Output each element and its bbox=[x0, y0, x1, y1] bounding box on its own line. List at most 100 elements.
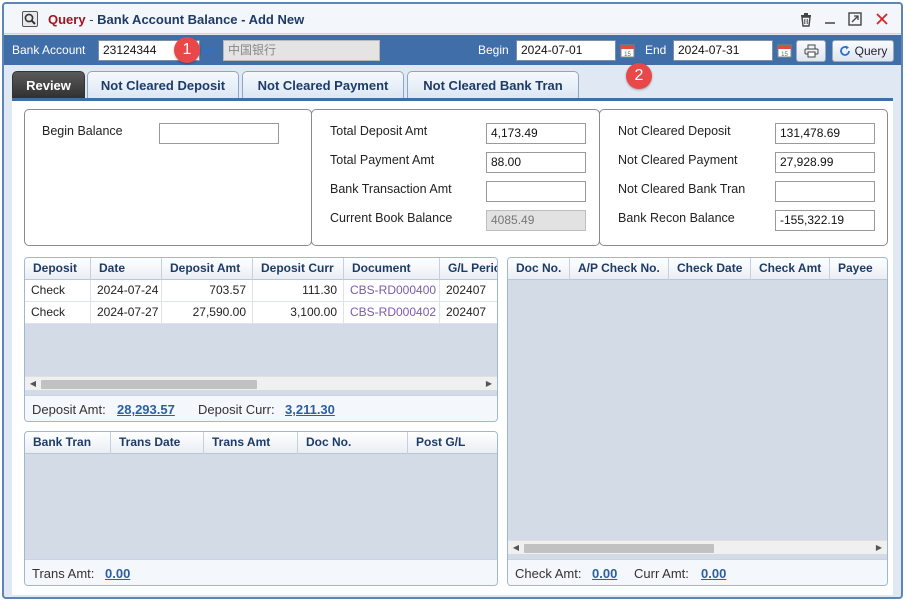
document-link[interactable]: CBS-RD000400 bbox=[344, 280, 440, 302]
column-header[interactable]: G/L Period bbox=[440, 258, 497, 280]
search-icon bbox=[22, 11, 38, 27]
column-header[interactable]: Doc No. bbox=[508, 258, 570, 280]
bank-transaction-label: Bank Transaction Amt bbox=[330, 182, 452, 196]
chevron-down-icon[interactable] bbox=[199, 40, 219, 61]
trans-amt-label: Trans Amt: bbox=[32, 566, 95, 581]
deposit-grid-scrollbar[interactable]: ◀ ▶ bbox=[25, 376, 497, 390]
review-content: Begin Balance Total Deposit Amt 4,173.49… bbox=[12, 101, 893, 595]
current-book-balance-field: 4085.49 bbox=[486, 210, 586, 231]
bank-account-label: Bank Account bbox=[12, 43, 86, 57]
total-payment-label: Total Payment Amt bbox=[330, 153, 435, 167]
end-date-input[interactable]: 2024-07-31 bbox=[673, 40, 773, 61]
table-cell: 202407 bbox=[440, 280, 497, 302]
bank-tran-grid-footer: Trans Amt: 0.00 bbox=[25, 559, 497, 585]
table-cell: Check bbox=[25, 280, 91, 302]
trash-icon[interactable] bbox=[797, 10, 815, 28]
column-header[interactable]: Document bbox=[344, 258, 440, 280]
tab-not-cleared-bank-tran[interactable]: Not Cleared Bank Tran bbox=[407, 71, 579, 99]
column-header[interactable]: Date bbox=[91, 258, 162, 280]
column-header[interactable]: A/P Check No. bbox=[570, 258, 669, 280]
deposit-amt-label: Deposit Amt: bbox=[32, 402, 106, 417]
bank-recon-balance-field[interactable]: -155,322.19 bbox=[775, 210, 875, 231]
check-amt-total[interactable]: 0.00 bbox=[592, 566, 617, 581]
scroll-right-icon[interactable]: ▶ bbox=[873, 541, 885, 555]
table-cell: 2024-07-24 bbox=[91, 280, 162, 302]
column-header[interactable]: Post G/L bbox=[408, 432, 497, 454]
annotation-badge-1: 1 bbox=[174, 37, 200, 63]
title-query: Query bbox=[48, 12, 86, 27]
column-header[interactable]: Deposit Curr bbox=[253, 258, 344, 280]
check-amt-label: Check Amt: bbox=[515, 566, 582, 581]
check-grid-footer: Check Amt: 0.00 Curr Amt: 0.00 bbox=[508, 559, 887, 585]
curr-amt-label: Curr Amt: bbox=[634, 566, 689, 581]
bank-transaction-field[interactable] bbox=[486, 181, 586, 202]
deposit-curr-total[interactable]: 3,211.30 bbox=[285, 402, 335, 417]
scroll-right-icon[interactable]: ▶ bbox=[483, 377, 495, 391]
tab-not-cleared-payment[interactable]: Not Cleared Payment bbox=[242, 71, 404, 99]
tab-not-cleared-deposit[interactable]: Not Cleared Deposit bbox=[87, 71, 239, 99]
begin-balance-field[interactable] bbox=[159, 123, 279, 144]
deposit-amt-total[interactable]: 28,293.57 bbox=[117, 402, 175, 417]
table-row[interactable]: Check 2024-07-27 27,590.00 3,100.00 CBS-… bbox=[25, 302, 497, 324]
table-row[interactable]: Check 2024-07-24 703.57 111.30 CBS-RD000… bbox=[25, 280, 497, 302]
minimize-icon[interactable] bbox=[821, 10, 839, 28]
total-deposit-field[interactable]: 4,173.49 bbox=[486, 123, 586, 144]
table-cell: 703.57 bbox=[162, 280, 253, 302]
scrollbar-thumb[interactable] bbox=[41, 380, 257, 389]
query-button[interactable]: Query bbox=[832, 40, 894, 62]
table-cell: 27,590.00 bbox=[162, 302, 253, 324]
column-header[interactable]: Payee bbox=[830, 258, 887, 280]
column-header[interactable]: Deposit bbox=[25, 258, 91, 280]
current-book-balance-label: Current Book Balance bbox=[330, 211, 453, 225]
table-cell: 2024-07-27 bbox=[91, 302, 162, 324]
total-payment-field[interactable]: 88.00 bbox=[486, 152, 586, 173]
scroll-left-icon[interactable]: ◀ bbox=[27, 377, 39, 391]
table-cell: 202407 bbox=[440, 302, 497, 324]
curr-amt-total[interactable]: 0.00 bbox=[701, 566, 726, 581]
column-header[interactable]: Check Date bbox=[669, 258, 751, 280]
maximize-icon[interactable] bbox=[846, 10, 864, 28]
column-header[interactable]: Check Amt bbox=[751, 258, 830, 280]
bank-tran-grid-header: Bank Tran Trans Date Trans Amt Doc No. P… bbox=[25, 432, 497, 454]
refresh-icon bbox=[839, 45, 850, 56]
print-button[interactable] bbox=[796, 40, 826, 62]
check-grid-header: Doc No. A/P Check No. Check Date Check A… bbox=[508, 258, 887, 280]
scroll-left-icon[interactable]: ◀ bbox=[510, 541, 522, 555]
not-cleared-payment-field[interactable]: 27,928.99 bbox=[775, 152, 875, 173]
deposit-grid: Deposit Date Deposit Amt Deposit Curr Do… bbox=[24, 257, 498, 422]
svg-text:15: 15 bbox=[624, 52, 631, 58]
annotation-badge-2: 2 bbox=[626, 63, 652, 89]
title-main: Bank Account Balance - Add New bbox=[97, 12, 305, 27]
query-window: Query - Bank Account Balance - Add New B… bbox=[2, 2, 903, 599]
begin-date-input[interactable]: 2024-07-01 bbox=[516, 40, 616, 61]
check-grid: Doc No. A/P Check No. Check Date Check A… bbox=[507, 257, 888, 586]
calendar-icon[interactable]: 15 bbox=[618, 40, 636, 61]
column-header[interactable]: Deposit Amt bbox=[162, 258, 253, 280]
bank-recon-balance-label: Bank Recon Balance bbox=[618, 211, 735, 225]
table-cell: 111.30 bbox=[253, 280, 344, 302]
bank-tran-grid: Bank Tran Trans Date Trans Amt Doc No. P… bbox=[24, 431, 498, 586]
title-separator: - bbox=[85, 12, 98, 27]
begin-balance-panel: Begin Balance bbox=[24, 109, 312, 246]
not-cleared-deposit-label: Not Cleared Deposit bbox=[618, 124, 731, 138]
scrollbar-thumb[interactable] bbox=[524, 544, 714, 553]
table-cell: 3,100.00 bbox=[253, 302, 344, 324]
window-title: Query - Bank Account Balance - Add New bbox=[48, 12, 304, 27]
close-icon[interactable] bbox=[873, 10, 891, 28]
not-cleared-bank-tran-field[interactable] bbox=[775, 181, 875, 202]
column-header[interactable]: Bank Tran bbox=[25, 432, 111, 454]
column-header[interactable]: Trans Amt bbox=[204, 432, 298, 454]
column-header[interactable]: Doc No. bbox=[298, 432, 408, 454]
deposit-grid-footer: Deposit Amt: 28,293.57 Deposit Curr: 3,2… bbox=[25, 395, 497, 421]
check-grid-scrollbar[interactable]: ◀ ▶ bbox=[508, 540, 887, 554]
not-cleared-payment-label: Not Cleared Payment bbox=[618, 153, 738, 167]
not-cleared-deposit-field[interactable]: 131,478.69 bbox=[775, 123, 875, 144]
deposit-curr-label: Deposit Curr: bbox=[198, 402, 275, 417]
trans-amt-total[interactable]: 0.00 bbox=[105, 566, 130, 581]
column-header[interactable]: Trans Date bbox=[111, 432, 204, 454]
total-deposit-label: Total Deposit Amt bbox=[330, 124, 428, 138]
tab-review[interactable]: Review bbox=[12, 71, 85, 99]
calendar-icon[interactable]: 15 bbox=[775, 40, 793, 61]
document-link[interactable]: CBS-RD000402 bbox=[344, 302, 440, 324]
not-cleared-panel: Not Cleared Deposit 131,478.69 Not Clear… bbox=[599, 109, 888, 246]
